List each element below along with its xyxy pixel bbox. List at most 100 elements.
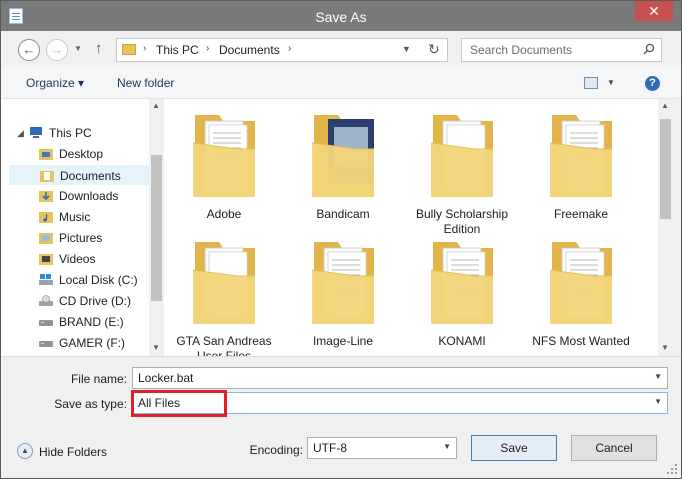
sidebar-item-local-disk[interactable]: Local Disk (C:) — [9, 270, 149, 290]
sidebar-item-label: Desktop — [59, 147, 104, 161]
videos-folder-icon — [39, 254, 53, 265]
chevron-down-icon[interactable]: ▼ — [654, 372, 662, 381]
collapse-arrow-icon: ▲ — [17, 443, 33, 459]
folder-with-documents-icon — [192, 115, 255, 197]
address-bar[interactable]: › This PC › Documents › ▼ ↻ — [116, 38, 448, 62]
annotation-highlight-box — [131, 390, 227, 417]
chevron-down-icon[interactable]: ▼ — [654, 397, 662, 406]
scrollbar-thumb[interactable] — [660, 119, 671, 219]
sidebar-item-label: Pictures — [59, 231, 103, 245]
search-box[interactable]: Search Documents — [461, 38, 662, 62]
scroll-up-icon[interactable]: ▲ — [661, 101, 669, 110]
folder-item-bully-scholarship-edition[interactable]: Bully Scholarship Edition — [403, 103, 521, 236]
file-name-value[interactable]: Locker.bat — [138, 371, 193, 385]
sidebar-item-label: Local Disk (C:) — [59, 273, 138, 287]
computer-icon — [30, 127, 42, 138]
breadcrumb-documents[interactable]: Documents — [219, 43, 280, 57]
resize-grip-icon[interactable] — [667, 464, 677, 474]
cd-drive-icon — [39, 295, 53, 306]
sidebar-item-label: CD Drive (D:) — [59, 294, 131, 308]
scroll-down-icon[interactable]: ▼ — [152, 343, 160, 352]
sidebar-item-cd-drive[interactable]: CD Drive (D:) — [9, 291, 149, 311]
command-bar: Organize ▾ New folder ▼ ? — [1, 67, 681, 99]
scroll-up-icon[interactable]: ▲ — [152, 101, 160, 110]
folder-with-documents-icon — [549, 115, 612, 197]
folder-item-adobe[interactable]: Adobe — [165, 103, 283, 228]
sidebar-item-music[interactable]: Music — [9, 207, 149, 227]
folder-item-gta-san-andreas-user-files[interactable]: GTA San Andreas User Files — [165, 230, 283, 356]
sidebar-item-videos[interactable]: Videos — [9, 249, 149, 269]
close-button[interactable]: ✕ — [635, 1, 673, 21]
back-button[interactable]: ← — [18, 39, 40, 61]
save-options-panel: File name: Locker.bat ▼ Save as type: Al… — [1, 356, 681, 478]
navigation-bar: ← → ▼ ↑ › This PC › Documents › ▼ ↻ Sear… — [1, 31, 681, 67]
up-button[interactable]: ↑ — [95, 40, 103, 57]
view-options-dropdown[interactable]: ▼ — [607, 78, 615, 87]
folder-name: Adobe — [206, 207, 242, 221]
folder-item-nfs-most-wanted[interactable]: NFS Most Wanted — [522, 230, 640, 355]
documents-folder-icon — [40, 171, 54, 182]
sidebar-item-label: GAMER (F:) — [59, 336, 125, 350]
change-view-icon[interactable] — [584, 77, 598, 89]
sidebar-item-this-pc[interactable]: ◢ This PC — [9, 123, 149, 143]
folder-item-freemake[interactable]: Freemake — [522, 103, 640, 228]
navigation-pane: ◢ This PC Desktop Documents Downloads Mu… — [1, 99, 164, 356]
folder-item-konami[interactable]: KONAMI — [403, 230, 521, 355]
chevron-down-icon[interactable]: ▼ — [443, 442, 451, 451]
folder-name: NFS Most Wanted — [532, 334, 630, 348]
encoding-select[interactable]: UTF-8 ▼ — [307, 437, 457, 459]
encoding-value[interactable]: UTF-8 — [313, 441, 347, 455]
sidebar-item-brand-drive[interactable]: BRAND (E:) — [9, 312, 149, 332]
folder-name: Bandicam — [316, 207, 370, 221]
file-list-scrollbar[interactable]: ▲ ▼ — [658, 99, 673, 356]
breadcrumb-separator[interactable]: › — [206, 43, 209, 54]
removable-drive-icon — [39, 320, 53, 326]
sidebar-scrollbar[interactable]: ▲ ▼ — [149, 99, 164, 356]
sidebar-item-gamer-drive[interactable]: GAMER (F:) — [9, 333, 149, 353]
sidebar-item-label: Documents — [60, 169, 121, 183]
hide-folders-label: Hide Folders — [39, 445, 108, 459]
downloads-folder-icon — [39, 191, 53, 202]
folder-item-image-line[interactable]: Image-Line — [284, 230, 402, 355]
file-name-field[interactable]: Locker.bat ▼ — [132, 367, 668, 389]
breadcrumb-separator[interactable]: › — [143, 43, 146, 54]
removable-drive-icon — [39, 341, 53, 347]
sidebar-item-label: BRAND (E:) — [59, 315, 124, 329]
folder-name: GTA San Andreas User Files — [176, 334, 272, 356]
organize-button[interactable]: Organize ▾ — [26, 76, 84, 90]
sidebar-item-documents[interactable]: Documents — [9, 165, 149, 185]
scroll-down-icon[interactable]: ▼ — [661, 343, 669, 352]
save-button[interactable]: Save — [471, 435, 557, 461]
encoding-label: Encoding: — [249, 443, 303, 457]
address-dropdown-icon[interactable]: ▼ — [402, 44, 411, 54]
pictures-folder-icon — [39, 233, 53, 244]
folder-with-documents-icon — [430, 242, 493, 324]
sidebar-item-downloads[interactable]: Downloads — [9, 186, 149, 206]
expand-chevron-icon[interactable]: ◢ — [17, 128, 24, 139]
help-icon[interactable]: ? — [645, 76, 660, 91]
folder-name: Image-Line — [312, 334, 374, 348]
breadcrumb-separator[interactable]: › — [288, 43, 291, 54]
folder-name: KONAMI — [438, 334, 486, 348]
folder-with-documents-icon — [549, 242, 612, 324]
sidebar-item-desktop[interactable]: Desktop — [9, 144, 149, 164]
sidebar-item-pictures[interactable]: Pictures — [9, 228, 149, 248]
scrollbar-thumb[interactable] — [151, 155, 162, 301]
sidebar-item-label: Music — [59, 210, 91, 224]
recent-locations-dropdown[interactable]: ▼ — [74, 44, 82, 53]
title-bar: Save As ✕ — [1, 1, 681, 31]
file-list: Adobe Bandicam Bully Scholarship Edition Fr… — [164, 99, 658, 356]
local-disk-icon — [39, 274, 53, 285]
new-folder-button[interactable]: New folder — [117, 76, 174, 90]
cancel-button[interactable]: Cancel — [571, 435, 657, 461]
breadcrumb-this-pc[interactable]: This PC — [156, 43, 199, 57]
music-folder-icon — [39, 212, 53, 223]
folder-item-bandicam[interactable]: Bandicam — [284, 103, 402, 228]
refresh-icon[interactable]: ↻ — [428, 41, 440, 58]
folder-with-pages-icon — [430, 115, 493, 197]
sidebar-item-label: Videos — [59, 252, 96, 266]
search-icon[interactable] — [643, 43, 655, 55]
save-type-label: Save as type: — [54, 397, 127, 411]
forward-button[interactable]: → — [46, 39, 68, 61]
search-input[interactable]: Search Documents — [470, 43, 572, 57]
